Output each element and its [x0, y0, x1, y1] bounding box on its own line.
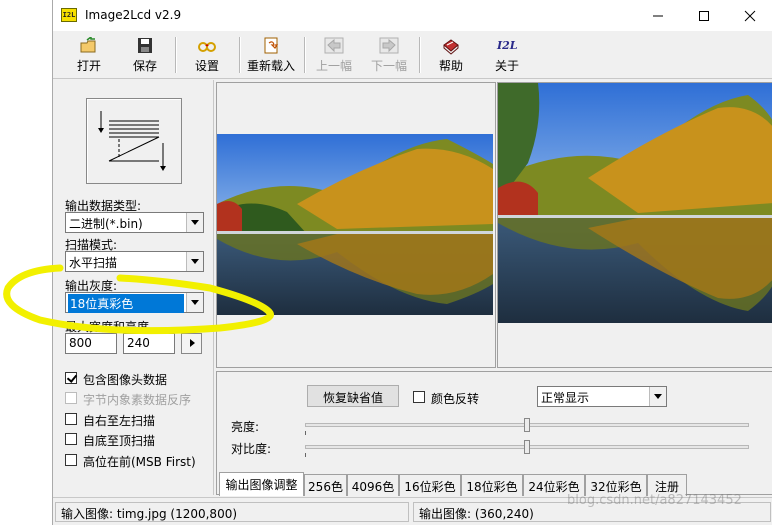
max-width-input[interactable]: 800 [65, 333, 117, 354]
output-adjust-panel: 恢复缺省值 颜色反转 正常显示 亮度: 对比度: 输出图像调整 256色 409… [216, 371, 772, 496]
tab-output-adjust[interactable]: 输出图像调整 [219, 472, 304, 496]
checkbox-box[interactable] [413, 391, 425, 403]
output-image-panel [497, 82, 772, 368]
scan-direction-icon [98, 111, 166, 171]
checkbox-box[interactable] [65, 413, 77, 425]
output-gray-select[interactable]: 18位真彩色 [65, 292, 204, 313]
status-input-image: 输入图像: timg.jpg (1200,800) [55, 502, 409, 522]
scan-mode-select[interactable]: 水平扫描 [65, 251, 204, 272]
checkbox-box[interactable] [65, 372, 77, 384]
contrast-slider-thumb[interactable] [524, 440, 530, 454]
reload-label: 重新载入 [246, 59, 295, 73]
maximize-button[interactable] [681, 0, 727, 31]
reload-button[interactable]: 重新载入 [243, 35, 299, 75]
about-label: 关于 [494, 59, 519, 73]
settings-button[interactable]: 设置 [183, 35, 231, 75]
tab-18bit-color[interactable]: 18位彩色 [461, 474, 523, 496]
help-book-icon [443, 39, 459, 55]
display-mode-select[interactable]: 正常显示 [537, 386, 667, 407]
save-button[interactable]: 保存 [121, 35, 169, 75]
dropdown-arrow-icon[interactable] [186, 213, 203, 232]
output-image-preview [498, 83, 772, 323]
save-label: 保存 [132, 59, 157, 73]
tab-4096-color[interactable]: 4096色 [347, 474, 399, 496]
title-bar: I2L Image2Lcd v2.9 [53, 0, 772, 31]
checkbox-label: 包含图像头数据 [83, 373, 168, 387]
tab-16bit-color[interactable]: 16位彩色 [399, 474, 461, 496]
contrast-ticks [305, 453, 749, 457]
help-label: 帮助 [438, 59, 463, 73]
toolbar-separator [239, 37, 241, 73]
checkbox-label: 自底至顶扫描 [83, 434, 156, 448]
close-icon [744, 10, 756, 22]
watermark: blog.csdn.net/a827143452 [567, 493, 742, 508]
toolbar-separator [419, 37, 421, 73]
toolbar-separator [175, 37, 177, 73]
checkbox-label: 高位在前(MSB First) [83, 455, 196, 469]
glasses-icon [198, 42, 216, 52]
output-gray-value: 18位真彩色 [68, 294, 184, 313]
app-icon: I2L [61, 8, 77, 22]
next-image-label: 下一幅 [370, 59, 407, 73]
dropdown-arrow-icon[interactable] [186, 293, 203, 312]
tab-256-color[interactable]: 256色 [304, 474, 347, 496]
settings-label: 设置 [194, 59, 219, 73]
checkbox-box[interactable] [65, 392, 77, 404]
brightness-ticks [305, 431, 749, 435]
output-type-select[interactable]: 二进制(*.bin) [65, 212, 204, 233]
input-image-preview [217, 134, 493, 315]
window-title: Image2Lcd v2.9 [85, 8, 182, 22]
contrast-label: 对比度: [231, 442, 272, 456]
open-label: 打开 [76, 59, 101, 73]
about-button[interactable]: I2L 关于 [483, 35, 531, 75]
floppy-icon [138, 38, 152, 53]
dropdown-arrow-icon[interactable] [186, 252, 203, 271]
prev-image-label: 上一幅 [315, 59, 352, 73]
close-button[interactable] [727, 0, 772, 31]
toolbar-separator [304, 37, 306, 73]
minimize-button[interactable] [635, 0, 681, 31]
reload-icon [264, 37, 279, 54]
folder-open-icon [80, 37, 96, 53]
checkbox-label: 颜色反转 [431, 392, 480, 406]
brightness-label: 亮度: [231, 420, 260, 434]
prev-image-button[interactable]: 上一幅 [310, 35, 358, 75]
checkbox-label: 自右至左扫描 [83, 414, 156, 428]
arrow-right-icon [379, 37, 399, 54]
scan-mode-diagram [86, 98, 182, 184]
arrow-left-icon [324, 37, 344, 54]
brightness-slider-thumb[interactable] [524, 418, 530, 432]
display-mode-value: 正常显示 [541, 391, 590, 405]
toolbar: 打开 保存 设置 重新载入 上一幅 下一幅 帮助 I2L 关于 [53, 31, 772, 79]
max-height-input[interactable]: 240 [123, 333, 175, 354]
minimize-icon [653, 15, 663, 17]
next-image-button[interactable]: 下一幅 [365, 35, 413, 75]
checkbox-box[interactable] [65, 433, 77, 445]
input-image-panel [216, 82, 496, 368]
dropdown-arrow-icon[interactable] [649, 387, 666, 406]
app-window: I2L Image2Lcd v2.9 打开 保存 设置 重新载入 上一幅 下一幅… [52, 0, 772, 525]
checkbox-label: 字节内象素数据反序 [83, 393, 192, 407]
apply-size-button[interactable] [181, 333, 202, 354]
open-button[interactable]: 打开 [65, 35, 113, 75]
checkbox-box[interactable] [65, 454, 77, 466]
about-icon: I2L [497, 39, 518, 52]
maximize-icon [699, 11, 709, 21]
scan-mode-value: 水平扫描 [69, 256, 118, 270]
help-button[interactable]: 帮助 [427, 35, 475, 75]
restore-default-button[interactable]: 恢复缺省值 [307, 385, 399, 407]
settings-panel: 输出数据类型: 二进制(*.bin) 扫描模式: 水平扫描 输出灰度: 18位真… [53, 80, 214, 495]
output-type-value: 二进制(*.bin) [69, 217, 143, 231]
